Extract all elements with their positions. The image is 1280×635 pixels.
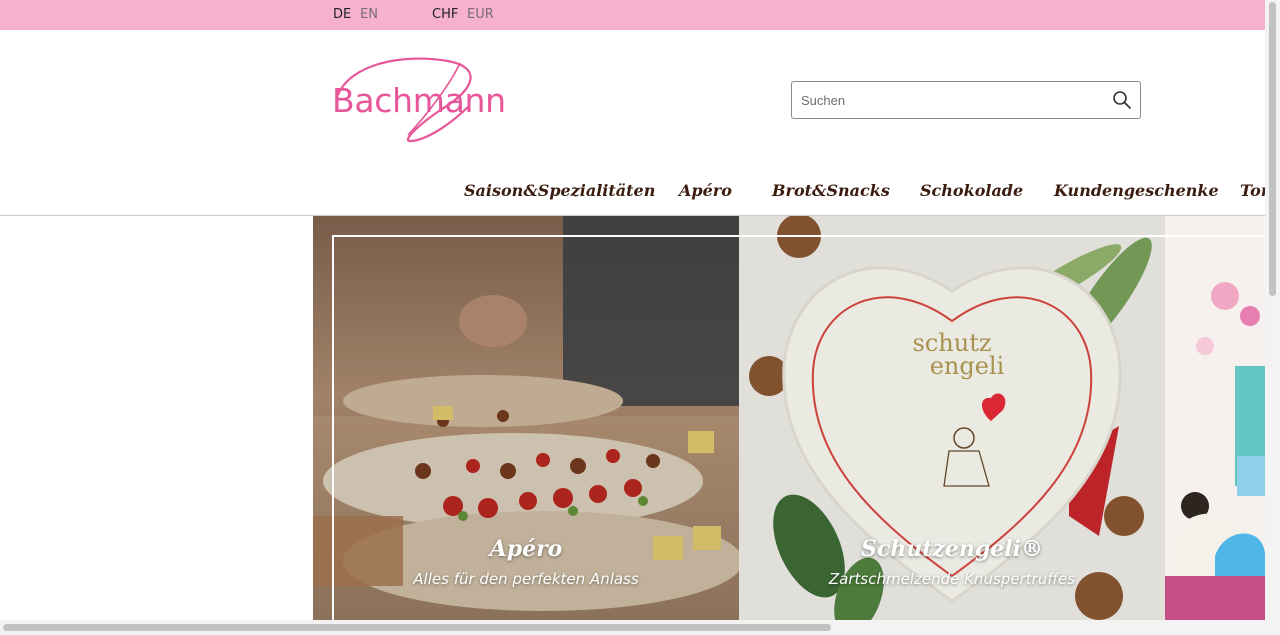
nav-item-saison-spezialitaeten[interactable]: Saison&Spezialitäten bbox=[464, 181, 655, 200]
tile-torten[interactable] bbox=[1165, 216, 1265, 620]
tile-schutzengeli-title: Schutzengeli® bbox=[860, 536, 1043, 562]
currency-chf[interactable]: CHF bbox=[432, 7, 458, 22]
bachmann-logo[interactable]: Bachmann bbox=[330, 55, 510, 147]
nav-item-kundengeschenke[interactable]: Kundengeschenke bbox=[1054, 181, 1219, 200]
search-icon[interactable] bbox=[1112, 90, 1132, 110]
main-navigation: Saison&Spezialitäten Apéro Brot&Snacks S… bbox=[0, 170, 1265, 216]
language-de[interactable]: DE bbox=[333, 7, 351, 22]
nav-item-schokolade[interactable]: Schokolade bbox=[920, 181, 1023, 200]
tile-apero-subtitle: Alles für den perfekten Anlass bbox=[413, 570, 639, 588]
search-input[interactable] bbox=[801, 91, 1101, 109]
top-bar: DE EN CHF EUR bbox=[0, 0, 1265, 30]
nav-item-torten[interactable]: Tor bbox=[1240, 181, 1265, 200]
nav-item-apero[interactable]: Apéro bbox=[679, 181, 732, 200]
vertical-scrollbar[interactable] bbox=[1265, 0, 1280, 620]
vertical-scrollbar-thumb[interactable] bbox=[1269, 2, 1276, 296]
tile-schutzengeli-subtitle: Zartschmelzende Knuspertruffes bbox=[828, 570, 1076, 588]
logo-text: Bachmann bbox=[332, 81, 506, 120]
horizontal-scrollbar-thumb[interactable] bbox=[3, 624, 831, 631]
nav-item-brot-snacks[interactable]: Brot&Snacks bbox=[772, 181, 890, 200]
language-en[interactable]: EN bbox=[360, 7, 378, 22]
scrollbar-corner bbox=[1265, 620, 1280, 635]
horizontal-scrollbar[interactable] bbox=[0, 620, 1265, 635]
tile-apero[interactable]: Apéro Alles für den perfekten Anlass bbox=[313, 216, 739, 620]
torten-cake-image bbox=[1165, 216, 1265, 620]
tile-apero-title: Apéro bbox=[489, 536, 563, 562]
search-box[interactable] bbox=[791, 81, 1141, 119]
tile-schutzengeli[interactable]: schutz engeli Schutzengeli® Zartschmelze… bbox=[739, 216, 1165, 620]
hero-tiles: Apéro Alles für den perfekten Anlass sch… bbox=[313, 216, 1265, 620]
currency-eur[interactable]: EUR bbox=[467, 7, 494, 22]
